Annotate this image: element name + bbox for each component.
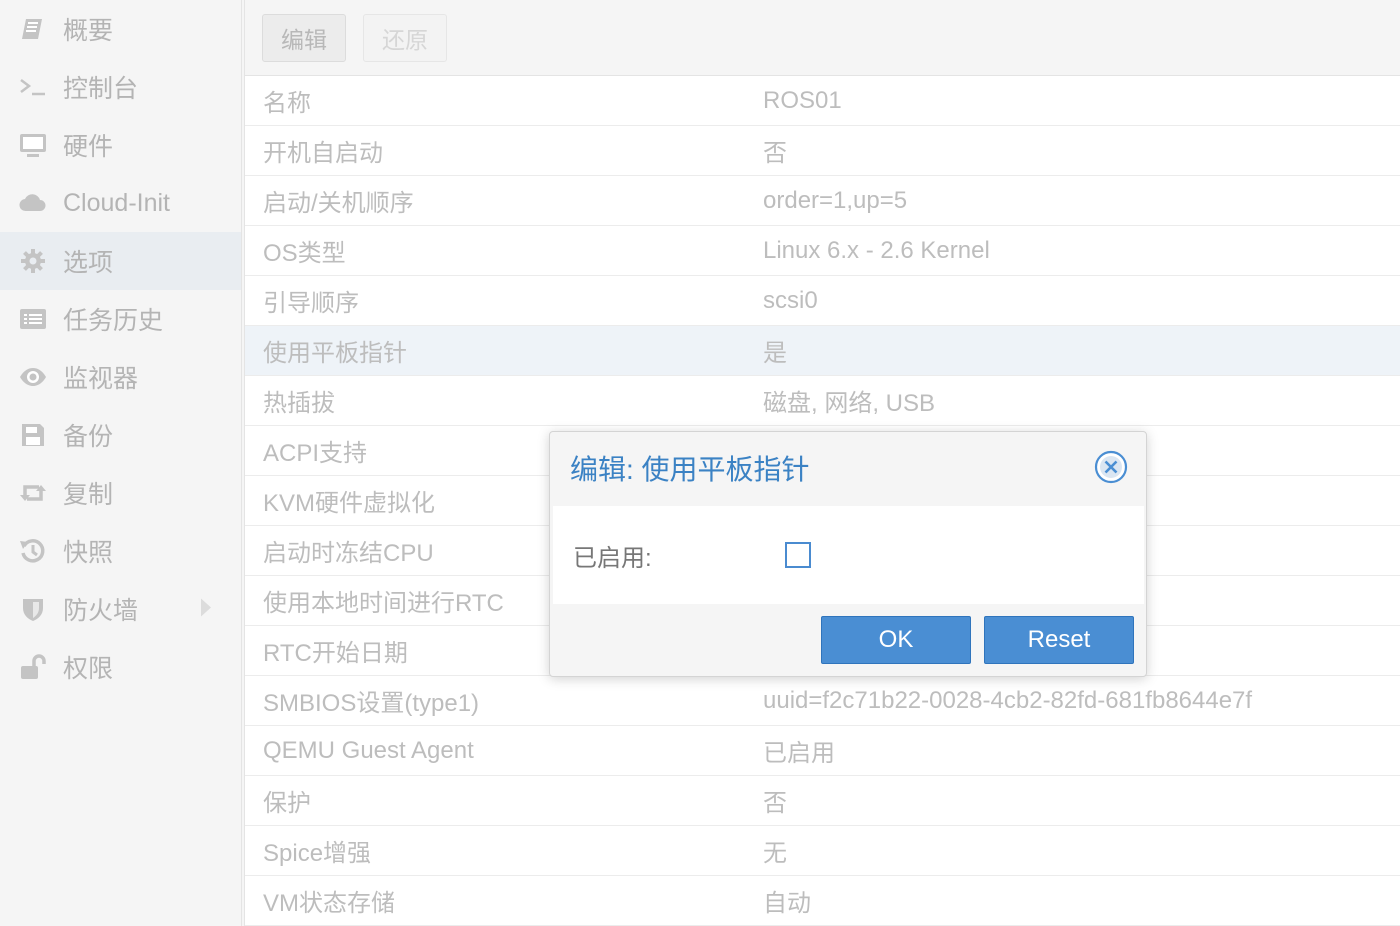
chevron-right-icon[interactable]: [201, 595, 211, 624]
row-value: ROS01: [763, 86, 842, 114]
sidebar-item-firewall[interactable]: 防火墙: [0, 580, 241, 638]
sidebar-item-monitor[interactable]: 监视器: [0, 348, 241, 406]
row-key: 开机自启动: [263, 140, 383, 167]
ok-button[interactable]: OK: [821, 616, 971, 664]
sidebar-item-label: 选项: [63, 249, 114, 277]
table-row[interactable]: 保护 否: [245, 776, 1400, 826]
row-key: OS类型: [263, 240, 346, 267]
sidebar-item-task-history[interactable]: 任务历史: [0, 290, 241, 348]
sidebar-item-replication[interactable]: 复制: [0, 464, 241, 522]
row-key: 名称: [263, 90, 311, 117]
row-value: 是: [763, 340, 787, 367]
sidebar: 概要 控制台 硬件 Cloud-Init 选项 任务历史 监视器 备份 复制 快…: [0, 0, 242, 926]
unlock-icon: [18, 652, 48, 682]
row-key: 使用平板指针: [263, 340, 407, 367]
sidebar-item-label: 备份: [63, 423, 114, 451]
terminal-icon: [18, 72, 48, 102]
row-value: scsi0: [763, 286, 818, 314]
row-key: SMBIOS设置(type1): [263, 690, 480, 717]
row-value: 否: [763, 790, 787, 817]
shield-icon: [18, 594, 48, 624]
toolbar: 编辑 还原: [245, 0, 1400, 76]
retweet-icon: [18, 478, 48, 508]
dialog-body: 已启用:: [553, 506, 1144, 604]
sidebar-item-options[interactable]: 选项: [0, 232, 241, 290]
row-key: 热插拔: [263, 390, 335, 417]
sidebar-item-hardware[interactable]: 硬件: [0, 116, 241, 174]
cloud-icon: [18, 188, 48, 218]
row-key: VM状态存储: [263, 890, 395, 917]
dialog-footer: OK Reset: [821, 616, 1134, 664]
gear-icon: [18, 246, 48, 276]
sidebar-item-label: 概要: [63, 17, 114, 45]
table-row[interactable]: Spice增强 无: [245, 826, 1400, 876]
table-row[interactable]: 引导顺序 scsi0: [245, 276, 1400, 326]
table-row[interactable]: OS类型 Linux 6.x - 2.6 Kernel: [245, 226, 1400, 276]
sidebar-item-label: 控制台: [63, 75, 139, 103]
sidebar-item-label: 任务历史: [63, 307, 164, 335]
table-row[interactable]: 热插拔 磁盘, 网络, USB: [245, 376, 1400, 426]
sidebar-item-console[interactable]: 控制台: [0, 58, 241, 116]
list-icon: [18, 304, 48, 334]
reset-button[interactable]: Reset: [984, 616, 1134, 664]
table-row[interactable]: 启动/关机顺序 order=1,up=5: [245, 176, 1400, 226]
dialog-header[interactable]: 编辑: 使用平板指针: [550, 432, 1146, 504]
sidebar-item-label: 复制: [63, 481, 114, 509]
row-key: 保护: [263, 790, 311, 817]
row-value: 磁盘, 网络, USB: [763, 390, 936, 417]
sidebar-item-label: 防火墙: [63, 597, 139, 625]
row-value: 自动: [763, 890, 811, 917]
table-row[interactable]: SMBIOS设置(type1) uuid=f2c71b22-0028-4cb2-8…: [245, 676, 1400, 726]
table-row[interactable]: VM状态存储 自动: [245, 876, 1400, 926]
book-icon: [18, 14, 48, 44]
row-key: Spice增强: [263, 840, 372, 867]
row-value: 已启用: [763, 740, 835, 767]
edit-button[interactable]: 编辑: [262, 13, 346, 62]
edit-dialog: 编辑: 使用平板指针 已启用: OK Reset: [549, 431, 1147, 677]
sidebar-item-label: 监视器: [63, 365, 139, 393]
table-row[interactable]: 名称 ROS01: [245, 76, 1400, 126]
sidebar-item-cloud-init[interactable]: Cloud-Init: [0, 174, 241, 232]
row-value: uuid=f2c71b22-0028-4cb2-82fd-681fb8644e7…: [763, 686, 1253, 714]
row-value: 否: [763, 140, 787, 167]
sidebar-item-label: 权限: [63, 655, 114, 683]
enabled-label: 已启用:: [573, 544, 652, 572]
sidebar-item-label: Cloud-Init: [63, 188, 170, 217]
revert-button[interactable]: 还原: [363, 13, 447, 62]
dialog-title: 编辑: 使用平板指针: [570, 454, 810, 485]
floppy-icon: [18, 420, 48, 450]
sidebar-item-summary[interactable]: 概要: [0, 0, 241, 58]
row-value: order=1,up=5: [763, 186, 908, 214]
history-icon: [18, 536, 48, 566]
eye-icon: [18, 362, 48, 392]
sidebar-item-label: 硬件: [63, 133, 114, 161]
row-key: 引导顺序: [263, 290, 359, 317]
row-key: 启动/关机顺序: [263, 190, 414, 217]
row-key: QEMU Guest Agent: [263, 736, 474, 764]
close-icon[interactable]: [1094, 450, 1128, 484]
row-value: 无: [763, 840, 787, 867]
enabled-checkbox[interactable]: [785, 542, 811, 568]
table-row[interactable]: QEMU Guest Agent 已启用: [245, 726, 1400, 776]
sidebar-item-permissions[interactable]: 权限: [0, 638, 241, 696]
table-row-selected[interactable]: 使用平板指针 是: [245, 326, 1400, 376]
row-value: Linux 6.x - 2.6 Kernel: [763, 236, 990, 264]
sidebar-item-snapshot[interactable]: 快照: [0, 522, 241, 580]
table-row[interactable]: 开机自启动 否: [245, 126, 1400, 176]
sidebar-item-backup[interactable]: 备份: [0, 406, 241, 464]
monitor-icon: [18, 130, 48, 160]
sidebar-item-label: 快照: [63, 539, 114, 567]
